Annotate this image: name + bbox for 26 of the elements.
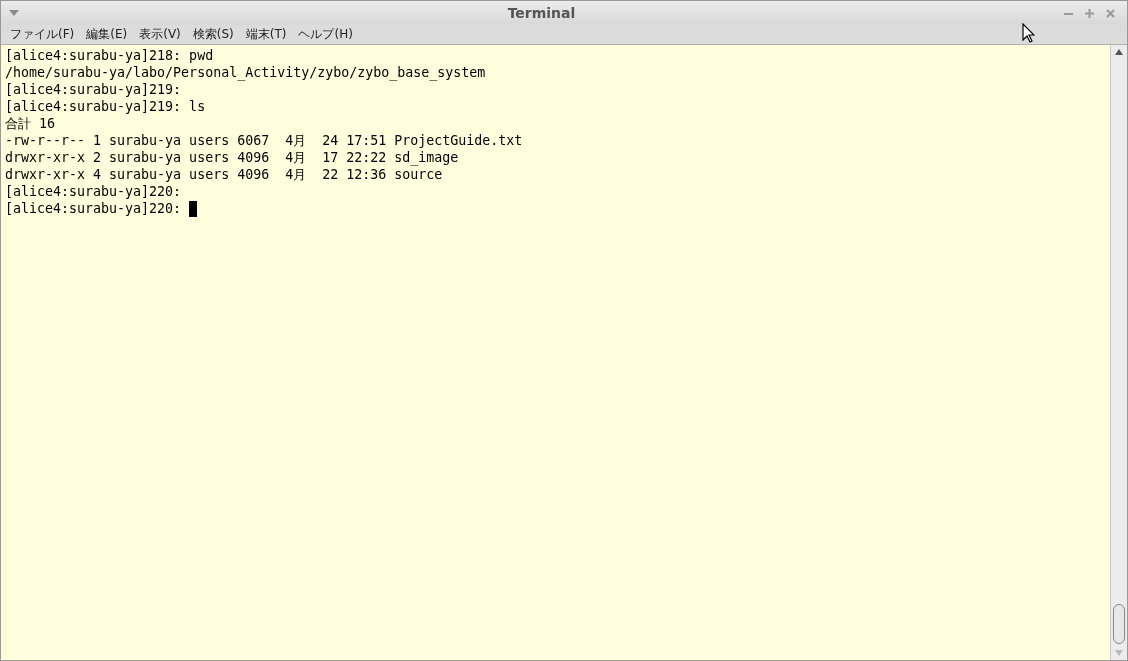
terminal-line: -rw-r--r-- 1 surabu-ya users 6067 4月 24 17:51 ProjectGuide.txt (5, 132, 523, 149)
terminal-line: [alice4:surabu-ya]219: (5, 81, 182, 98)
text-cursor (189, 200, 198, 217)
terminal-line: [alice4:surabu-ya]220: (5, 183, 182, 200)
menu-item[interactable]: 検索(S) (187, 25, 239, 44)
menu-item[interactable]: ファイル(F) (5, 25, 80, 44)
scroll-down-icon[interactable] (1115, 650, 1123, 656)
window-title: Terminal (506, 3, 577, 23)
terminal-line: [alice4:surabu-ya]219: ls (5, 98, 206, 115)
menu-item[interactable]: 表示(V) (134, 25, 186, 44)
terminal-line: /home/surabu-ya/labo/Personal_Activity/zybo/zybo_base_system (5, 64, 486, 81)
menu-item[interactable]: ヘルプ(H) (293, 25, 358, 44)
terminal-line: drwxr-xr-x 4 surabu-ya users 4096 4月 22 12:36 source (5, 166, 443, 183)
terminal-line: [alice4:surabu-ya]218: pwd (5, 47, 214, 64)
caret-icon[interactable] (9, 10, 19, 16)
scroll-up-icon[interactable] (1115, 49, 1123, 55)
menu-item[interactable]: 編集(E) (81, 25, 133, 44)
terminal-line: drwxr-xr-x 2 surabu-ya users 4096 4月 17 22:22 sd_image (5, 149, 459, 166)
close-icon[interactable] (1106, 8, 1115, 18)
scrollbar[interactable] (1110, 45, 1127, 660)
menu-item[interactable]: 端末(T) (240, 25, 292, 44)
terminal-line: 合計 16 (5, 115, 56, 132)
terminal-line: [alice4:surabu-ya]220: (5, 200, 183, 217)
mouse-pointer-icon (1022, 23, 1035, 43)
maximize-icon[interactable] (1085, 8, 1094, 18)
scrollbar-thumb[interactable] (1113, 604, 1125, 644)
